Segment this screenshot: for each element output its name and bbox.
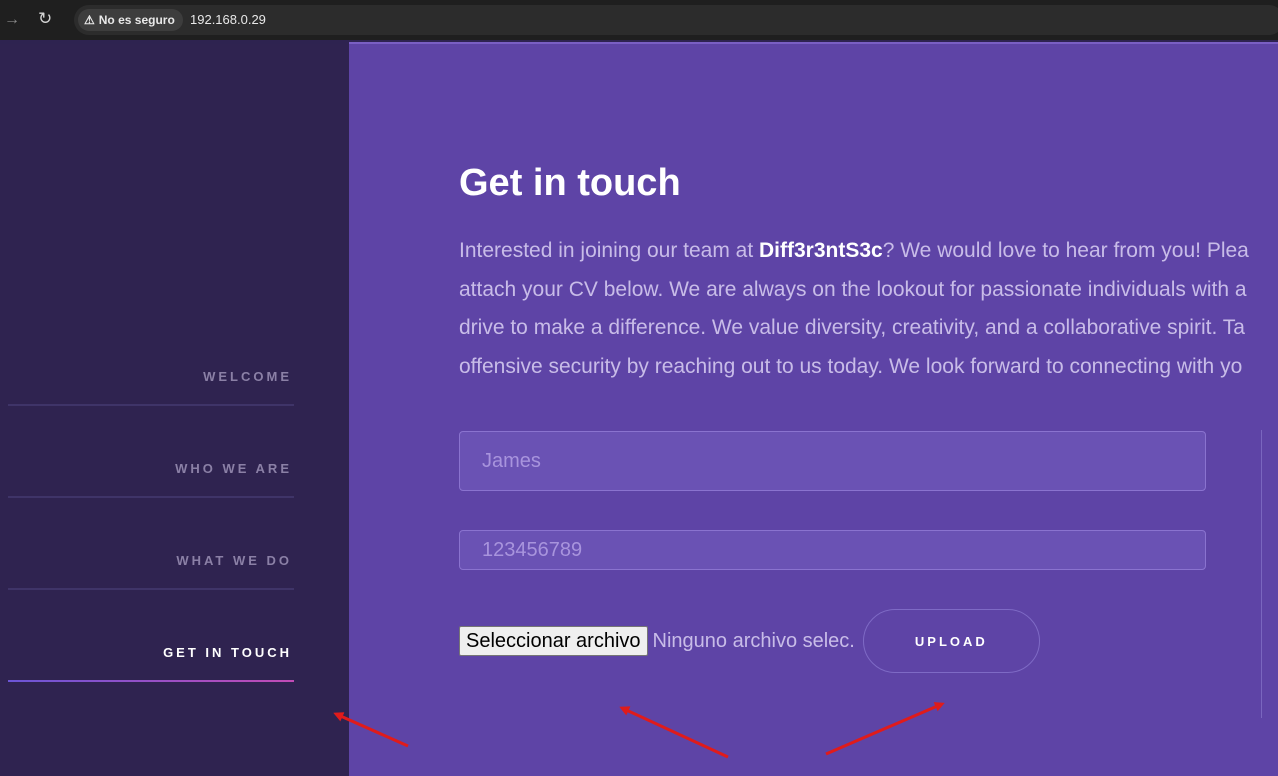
reload-icon[interactable]: ↻ — [38, 9, 52, 29]
intro-line: drive to make a difference. We value div… — [459, 316, 1245, 339]
choose-file-button[interactable]: Seleccionar archivo — [459, 626, 648, 656]
browser-toolbar: → ↻ ⚠ No es seguro 192.168.0.29 — [0, 0, 1278, 40]
file-status-text: Ninguno archivo selec. — [652, 629, 855, 652]
company-name: Diff3r3ntS3c — [759, 239, 883, 262]
sidebar-item-label: WHAT WE DO — [176, 553, 292, 568]
security-indicator[interactable]: ⚠ No es seguro — [78, 9, 183, 31]
main-content: Get in touch Interested in joining our t… — [349, 44, 1278, 776]
warning-icon: ⚠ — [84, 13, 95, 27]
intro-line: Interested in joining our team at Diff3r… — [459, 232, 1278, 271]
sidebar-nav: WELCOME WHO WE ARE WHAT WE DO GET IN TOU… — [0, 44, 349, 776]
upload-button[interactable]: UPLOAD — [862, 609, 1040, 673]
phone-input[interactable] — [459, 530, 1206, 570]
intro-paragraph: Interested in joining our team at Diff3r… — [459, 232, 1278, 386]
vertical-divider — [1261, 430, 1262, 718]
sidebar-item-get-in-touch[interactable]: GET IN TOUCH — [8, 590, 294, 682]
forward-icon[interactable]: → — [4, 10, 20, 30]
intro-text: ? We would love to hear from you! Plea — [882, 239, 1249, 262]
sidebar-item-welcome[interactable]: WELCOME — [8, 314, 294, 406]
sidebar-item-label: WELCOME — [203, 369, 292, 384]
intro-text: Interested in joining our team at — [459, 239, 760, 262]
name-input[interactable] — [459, 431, 1206, 491]
sidebar-item-label: WHO WE ARE — [175, 461, 292, 476]
sidebar-item-who-we-are[interactable]: WHO WE ARE — [8, 406, 294, 498]
intro-line: attach your CV below. We are always on t… — [459, 277, 1247, 301]
url-text[interactable]: 192.168.0.29 — [190, 5, 266, 35]
security-label: No es seguro — [98, 13, 175, 27]
sidebar-item-label: GET IN TOUCH — [163, 645, 292, 660]
page-title: Get in touch — [459, 162, 681, 204]
address-bar[interactable]: ⚠ No es seguro 192.168.0.29 — [74, 5, 1278, 35]
sidebar-item-what-we-do[interactable]: WHAT WE DO — [8, 498, 294, 590]
intro-line: offensive security by reaching out to us… — [459, 354, 1243, 378]
cv-upload-row: Seleccionar archivo Ninguno archivo sele… — [459, 609, 1040, 673]
